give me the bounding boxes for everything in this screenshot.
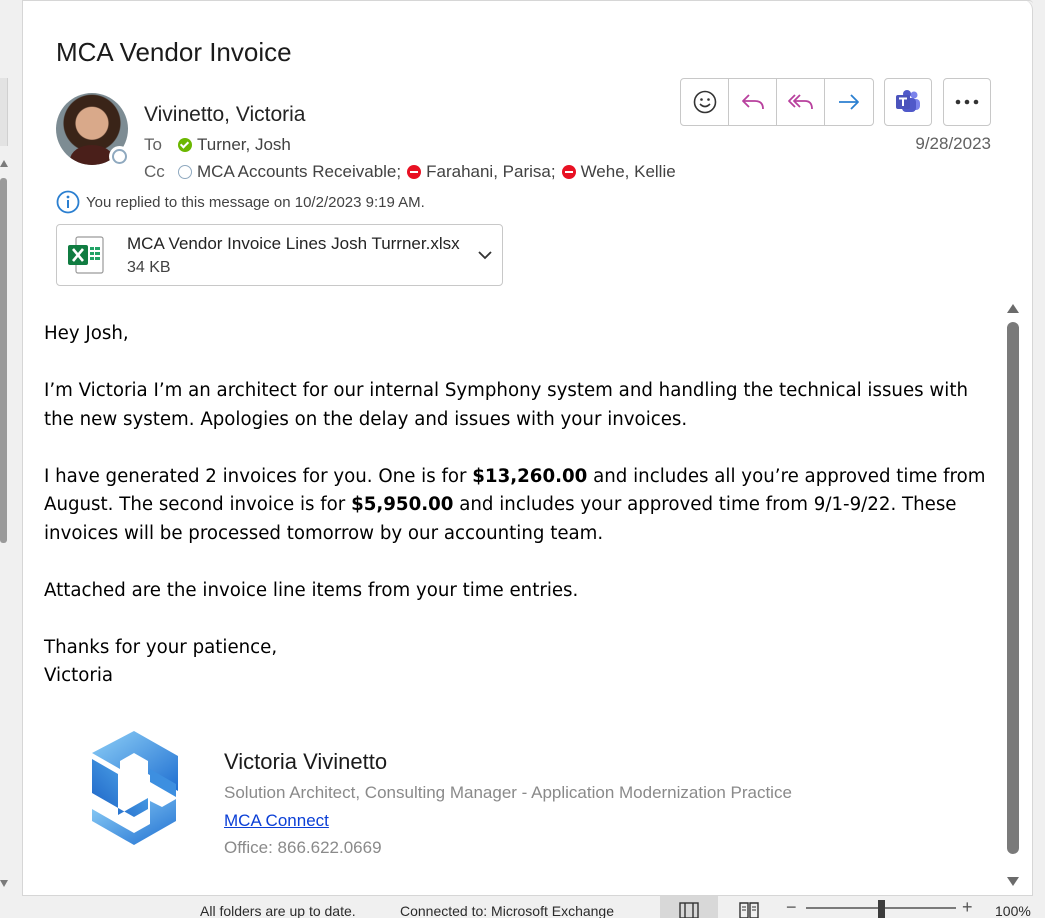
body-closing: Thanks for your patience, (44, 636, 278, 658)
status-bar: All folders are up to date. Connected to… (0, 896, 1045, 918)
left-scroll-up-arrow[interactable] (0, 160, 8, 167)
chevron-down-icon[interactable] (477, 247, 493, 263)
attachment-size: 34 KB (127, 259, 171, 276)
cc-label: Cc (144, 162, 165, 181)
busy-presence-icon (407, 165, 422, 179)
left-scroll-down-arrow[interactable] (0, 880, 8, 887)
message-date: 9/28/2023 (915, 134, 991, 153)
reply-info-text: You replied to this message on 10/2/2023… (86, 193, 425, 211)
reading-view-icon (739, 902, 759, 918)
connection-status: Connected to: Microsoft Exchange (400, 903, 615, 918)
reading-view-button[interactable] (720, 896, 778, 918)
zoom-in-button[interactable]: + (962, 897, 973, 918)
info-icon (56, 190, 80, 214)
zoom-slider-thumb[interactable] (878, 900, 885, 918)
signature-title: Solution Architect, Consulting Manager -… (224, 783, 792, 802)
excel-icon (68, 236, 104, 274)
smiley-icon (693, 90, 716, 114)
available-presence-icon (178, 138, 192, 152)
reply-all-icon (787, 94, 813, 110)
to-label: To (144, 135, 162, 154)
folder-pane-tab[interactable] (0, 78, 8, 146)
mca-connect-logo (92, 731, 178, 845)
forward-button[interactable] (825, 79, 873, 125)
reading-pane-top-border (22, 0, 1033, 4)
message-body: Hey Josh, I’m Victoria I’m an architect … (44, 320, 989, 691)
body-closing-name: Victoria (44, 665, 114, 686)
recipient-mca-accounts-receivable[interactable]: MCA Accounts Receivable; (197, 162, 401, 182)
invoice-amount-2: $5,950.00 (351, 494, 454, 515)
recipient-farahani-parisa[interactable]: Farahani, Parisa; (426, 162, 555, 182)
reply-button[interactable] (729, 79, 777, 125)
normal-view-button[interactable] (660, 896, 718, 918)
message-subject: MCA Vendor Invoice (56, 37, 292, 67)
body-paragraph-2: I have generated 2 invoices for you. One… (44, 465, 986, 544)
emoji-reaction-button[interactable] (681, 79, 729, 125)
cc-recipients: MCA Accounts Receivable; Farahani, Paris… (178, 162, 676, 182)
offline-presence-icon (178, 165, 192, 179)
scroll-up-arrow[interactable] (1007, 304, 1019, 313)
sender-presence-icon (109, 146, 130, 167)
more-icon (955, 99, 979, 105)
signature-office: Office: 866.622.0669 (224, 838, 382, 857)
sender-name[interactable]: Vivinetto, Victoria (144, 103, 305, 127)
recipient-wehe-kellie[interactable]: Wehe, Kellie (581, 162, 676, 182)
recipient-turner-josh[interactable]: Turner, Josh (197, 135, 291, 155)
zoom-out-button[interactable]: − (786, 897, 797, 918)
signature-name: Victoria Vivinetto (224, 749, 388, 774)
reply-icon (741, 94, 764, 110)
normal-view-icon (679, 902, 699, 918)
signature-link[interactable]: MCA Connect (224, 811, 329, 831)
more-actions-button[interactable] (943, 78, 991, 126)
body-greeting: Hey Josh, (44, 323, 129, 344)
body-paragraph-1: I’m Victoria I’m an architect for our in… (44, 380, 968, 430)
reading-pane-scrollbar[interactable] (1003, 300, 1023, 890)
attachment-card[interactable]: MCA Vendor Invoice Lines Josh Turrner.xl… (56, 224, 503, 286)
reply-info-bar: You replied to this message on 10/2/2023… (56, 190, 425, 214)
folder-pane-edge (0, 0, 22, 896)
busy-presence-icon (561, 165, 576, 179)
attachment-name: MCA Vendor Invoice Lines Josh Turrner.xl… (127, 234, 460, 253)
sync-status: All folders are up to date. (200, 903, 356, 918)
teams-chat-button[interactable] (884, 78, 932, 126)
scrollbar-thumb[interactable] (1007, 322, 1019, 854)
avatar-figure (70, 145, 114, 165)
reply-all-button[interactable] (777, 79, 825, 125)
invoice-amount-1: $13,260.00 (472, 465, 588, 487)
teams-icon (896, 90, 920, 112)
left-scrollbar-thumb[interactable] (0, 178, 7, 543)
forward-icon (839, 94, 859, 110)
body-paragraph-3: Attached are the invoice line items from… (44, 579, 579, 601)
scroll-down-arrow[interactable] (1007, 877, 1019, 886)
zoom-level[interactable]: 100% (995, 903, 1031, 918)
to-recipients: Turner, Josh (178, 135, 291, 155)
message-actions-group (680, 78, 874, 126)
